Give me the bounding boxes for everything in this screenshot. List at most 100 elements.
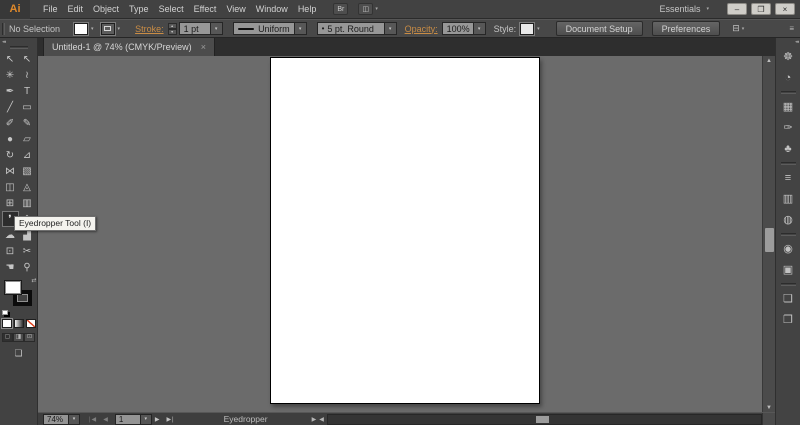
- brush-definition-dropdown[interactable]: • 5 pt. Round ▾: [317, 22, 397, 35]
- stepper-down-icon[interactable]: ▾: [168, 29, 177, 35]
- preferences-button[interactable]: Preferences: [652, 21, 721, 36]
- swap-fill-stroke-icon[interactable]: ⇄: [31, 277, 36, 284]
- vertical-scrollbar[interactable]: ▲ ▼: [762, 56, 775, 412]
- artboard[interactable]: [270, 57, 540, 404]
- tools-grip[interactable]: [10, 46, 28, 49]
- canvas-pasteboard[interactable]: [38, 56, 762, 412]
- width-tool[interactable]: ⋈: [2, 163, 19, 179]
- lasso-tool[interactable]: ≀: [19, 67, 36, 83]
- stroke-weight-caret-icon[interactable]: ▾: [211, 22, 223, 35]
- menu-edit[interactable]: Edit: [63, 0, 89, 19]
- menu-effect[interactable]: Effect: [189, 0, 222, 19]
- mesh-tool[interactable]: ⊞: [2, 195, 19, 211]
- pen-tool[interactable]: ✒: [2, 83, 19, 99]
- direct-selection-tool[interactable]: ↖: [19, 51, 36, 67]
- next-artboard-button[interactable]: ▶: [155, 416, 161, 423]
- last-artboard-button[interactable]: ▶|: [166, 416, 174, 423]
- graphic-styles-panel-icon[interactable]: ▣: [776, 259, 800, 280]
- slice-tool[interactable]: ✂: [19, 243, 36, 259]
- menu-window[interactable]: Window: [251, 0, 293, 19]
- artboards-panel-icon[interactable]: ❐: [776, 309, 800, 330]
- transparency-panel-icon[interactable]: ◍: [776, 209, 800, 230]
- zoom-level-field[interactable]: 74%: [43, 414, 69, 425]
- fill-indicator-swatch[interactable]: [4, 280, 22, 295]
- fill-caret-icon[interactable]: ▾: [91, 26, 94, 32]
- restore-button[interactable]: ❐: [751, 3, 771, 15]
- draw-normal-button[interactable]: ▢: [2, 333, 13, 342]
- color-panel-icon[interactable]: ☸: [776, 46, 800, 67]
- bridge-icon[interactable]: Br: [333, 3, 348, 15]
- tools-collapse-icon[interactable]: ◂◂: [0, 38, 37, 46]
- draw-behind-button[interactable]: ◨: [13, 333, 24, 342]
- control-bar-grip[interactable]: [2, 23, 5, 35]
- shape-builder-tool[interactable]: ◫: [2, 179, 19, 195]
- perspective-grid-tool[interactable]: ◬: [19, 179, 36, 195]
- pencil-tool[interactable]: ✎: [19, 115, 36, 131]
- line-segment-tool[interactable]: ╱: [2, 99, 19, 115]
- layers-panel-icon[interactable]: ❏: [776, 288, 800, 309]
- tab-close-icon[interactable]: ×: [201, 42, 206, 52]
- rectangle-tool[interactable]: ▭: [19, 99, 36, 115]
- rotate-tool[interactable]: ↻: [2, 147, 19, 163]
- appearance-panel-icon[interactable]: ◉: [776, 238, 800, 259]
- workspace-switcher[interactable]: Essentials ▾: [659, 4, 709, 14]
- vertical-scroll-thumb[interactable]: [765, 228, 774, 252]
- menu-select[interactable]: Select: [154, 0, 189, 19]
- gradient-tool[interactable]: ▥: [19, 195, 36, 211]
- screen-mode-icon[interactable]: ❏: [14, 348, 22, 359]
- zoom-tool[interactable]: ⚲: [19, 259, 36, 275]
- draw-inside-button[interactable]: ⊡: [24, 333, 35, 342]
- opacity-field[interactable]: 100%: [442, 22, 474, 35]
- artboard-tool[interactable]: ⊡: [2, 243, 19, 259]
- previous-artboard-button[interactable]: ◀: [103, 416, 109, 423]
- arrange-documents-caret-icon[interactable]: ▾: [375, 6, 378, 12]
- control-panel-menu-icon[interactable]: ≡: [789, 24, 794, 33]
- stroke-caret-icon[interactable]: ▾: [118, 26, 121, 32]
- stroke-weight-field[interactable]: 1 pt: [179, 22, 211, 35]
- width-profile-dropdown[interactable]: Uniform ▾: [233, 22, 307, 35]
- first-artboard-button[interactable]: |◀: [89, 416, 97, 423]
- dock-collapse-icon[interactable]: ◂◂: [776, 38, 800, 46]
- panel-separator[interactable]: [776, 88, 800, 96]
- type-tool[interactable]: T: [19, 83, 36, 99]
- menu-object[interactable]: Object: [88, 0, 124, 19]
- stroke-panel-icon[interactable]: ≡: [776, 167, 800, 188]
- magic-wand-tool[interactable]: ✳: [2, 67, 19, 83]
- stroke-weight-stepper[interactable]: ▴ ▾: [168, 23, 177, 35]
- fill-color-swatch[interactable]: [74, 23, 88, 35]
- menu-file[interactable]: File: [38, 0, 63, 19]
- blob-brush-tool[interactable]: ●: [2, 131, 19, 147]
- scroll-down-icon[interactable]: ▼: [763, 405, 775, 411]
- style-caret-icon[interactable]: ▾: [537, 26, 540, 32]
- artboard-caret-icon[interactable]: ▾: [141, 414, 152, 425]
- none-button[interactable]: [26, 319, 36, 328]
- brush-definition-caret-icon[interactable]: ▾: [385, 22, 397, 35]
- menu-view[interactable]: View: [221, 0, 250, 19]
- panel-separator[interactable]: [776, 230, 800, 238]
- hand-tool[interactable]: ☚: [2, 259, 19, 275]
- menu-type[interactable]: Type: [124, 0, 154, 19]
- paintbrush-tool[interactable]: ✐: [2, 115, 19, 131]
- style-swatch[interactable]: [520, 23, 534, 35]
- horizontal-scrollbar[interactable]: [327, 414, 762, 425]
- close-button[interactable]: ×: [775, 3, 795, 15]
- symbols-panel-icon[interactable]: ♣: [776, 138, 800, 159]
- document-setup-button[interactable]: Document Setup: [556, 21, 643, 36]
- stroke-panel-link[interactable]: Stroke:: [135, 24, 164, 34]
- free-transform-tool[interactable]: ▧: [19, 163, 36, 179]
- stroke-color-swatch[interactable]: [101, 23, 115, 35]
- arrange-documents-icon[interactable]: ◫: [358, 3, 373, 15]
- status-indicator[interactable]: Eyedropper: [224, 414, 268, 424]
- opacity-panel-link[interactable]: Opacity:: [405, 24, 438, 34]
- brushes-panel-icon[interactable]: ✑: [776, 117, 800, 138]
- eraser-tool[interactable]: ▱: [19, 131, 36, 147]
- color-guide-panel-icon[interactable]: ◔: [776, 67, 800, 88]
- gradient-panel-icon[interactable]: ▥: [776, 188, 800, 209]
- align-options-caret-icon[interactable]: ▾: [742, 26, 745, 32]
- minimize-button[interactable]: –: [727, 3, 747, 15]
- scroll-left-icon[interactable]: ◀: [319, 416, 324, 423]
- width-profile-caret-icon[interactable]: ▾: [295, 22, 307, 35]
- scale-tool[interactable]: ⊿: [19, 147, 36, 163]
- artboard-number-field[interactable]: 1: [115, 414, 141, 425]
- panel-separator[interactable]: [776, 280, 800, 288]
